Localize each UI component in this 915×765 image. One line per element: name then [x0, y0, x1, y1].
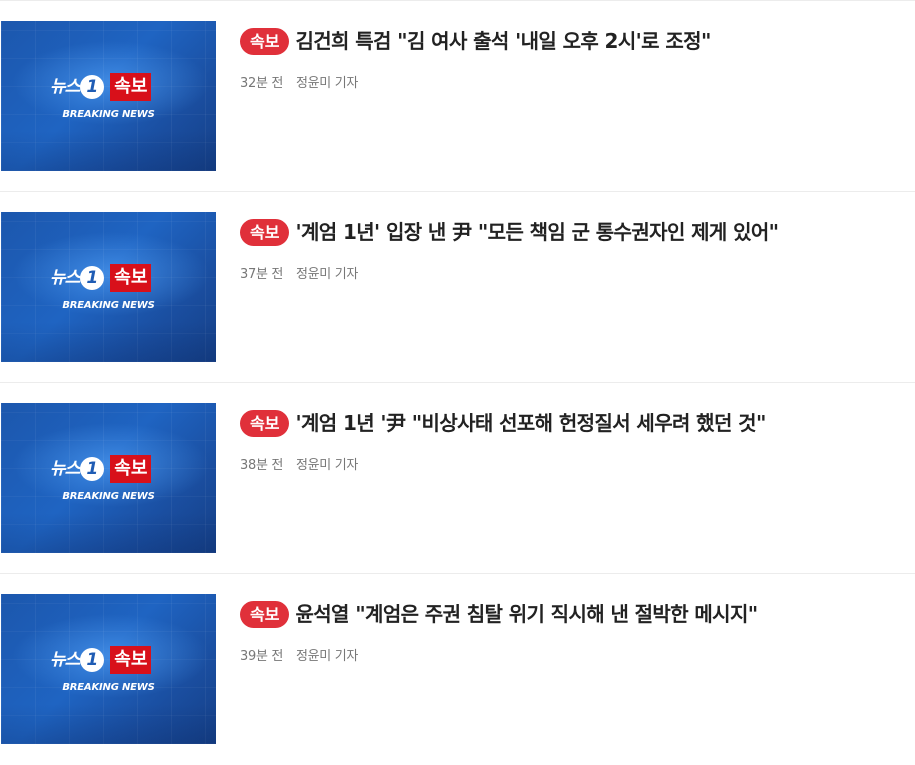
- breaking-news-caption: BREAKING NEWS: [62, 300, 155, 311]
- article-meta: 37분 전 정윤미 기자: [240, 263, 905, 282]
- breaking-news-caption: BREAKING NEWS: [62, 491, 155, 502]
- article-title[interactable]: 윤석열 "계엄은 주권 침탈 위기 직시해 낸 절박한 메시지": [295, 599, 758, 629]
- article-content: 속보 김건희 특검 "김 여사 출석 '내일 오후 2시'로 조정" 32분 전…: [240, 26, 905, 91]
- article-content: 속보 '계엄 1년' 입장 낸 尹 "모든 책임 군 통수권자인 제게 있어" …: [240, 217, 905, 282]
- logo-one-icon: 1: [80, 457, 105, 481]
- article-thumbnail[interactable]: 뉴스 1 속보 BREAKING NEWS: [1, 212, 216, 362]
- logo-flash-text: 속보: [110, 646, 152, 674]
- article-time: 39분 전: [240, 649, 284, 664]
- article-title-link[interactable]: 속보 윤석열 "계엄은 주권 침탈 위기 직시해 낸 절박한 메시지": [240, 599, 905, 629]
- news1-logo: 뉴스 1 속보: [50, 455, 152, 483]
- article-time: 32분 전: [240, 76, 284, 91]
- breaking-news-caption: BREAKING NEWS: [62, 682, 155, 693]
- article-title[interactable]: '계엄 1년' 입장 낸 尹 "모든 책임 군 통수권자인 제게 있어": [295, 217, 779, 247]
- article-time: 37분 전: [240, 267, 284, 282]
- logo-one-icon: 1: [80, 75, 105, 99]
- breaking-badge: 속보: [240, 218, 290, 246]
- news-list-item: 뉴스 1 속보 BREAKING NEWS 속보 김건희 특검 "김 여사 출석…: [0, 1, 915, 192]
- logo-flash-text: 속보: [110, 73, 152, 101]
- article-author[interactable]: 정윤미 기자: [296, 649, 358, 664]
- article-thumbnail[interactable]: 뉴스 1 속보 BREAKING NEWS: [1, 594, 216, 744]
- logo-flash-text: 속보: [110, 455, 152, 483]
- article-thumbnail[interactable]: 뉴스 1 속보 BREAKING NEWS: [1, 21, 216, 171]
- breaking-badge: 속보: [240, 409, 290, 437]
- article-meta: 39분 전 정윤미 기자: [240, 645, 905, 664]
- logo-one-icon: 1: [80, 266, 105, 290]
- article-title[interactable]: 김건희 특검 "김 여사 출석 '내일 오후 2시'로 조정": [295, 26, 711, 56]
- logo-news-text: 뉴스: [50, 459, 80, 479]
- article-author[interactable]: 정윤미 기자: [296, 458, 358, 473]
- article-thumbnail[interactable]: 뉴스 1 속보 BREAKING NEWS: [1, 403, 216, 553]
- article-content: 속보 '계엄 1년 '尹 "비상사태 선포해 헌정질서 세우려 했던 것" 38…: [240, 408, 905, 473]
- news1-logo: 뉴스 1 속보: [50, 646, 152, 674]
- article-title-link[interactable]: 속보 '계엄 1년 '尹 "비상사태 선포해 헌정질서 세우려 했던 것": [240, 408, 905, 438]
- article-title-link[interactable]: 속보 '계엄 1년' 입장 낸 尹 "모든 책임 군 통수권자인 제게 있어": [240, 217, 905, 247]
- breaking-news-caption: BREAKING NEWS: [62, 109, 155, 120]
- logo-one-icon: 1: [80, 648, 105, 672]
- logo-news-text: 뉴스: [50, 268, 80, 288]
- breaking-badge: 속보: [240, 600, 290, 628]
- article-title-link[interactable]: 속보 김건희 특검 "김 여사 출석 '내일 오후 2시'로 조정": [240, 26, 905, 56]
- article-content: 속보 윤석열 "계엄은 주권 침탈 위기 직시해 낸 절박한 메시지" 39분 …: [240, 599, 905, 664]
- logo-news-text: 뉴스: [50, 650, 80, 670]
- logo-news-text: 뉴스: [50, 77, 80, 97]
- news-list: 뉴스 1 속보 BREAKING NEWS 속보 김건희 특검 "김 여사 출석…: [0, 0, 915, 761]
- news-list-item: 뉴스 1 속보 BREAKING NEWS 속보 윤석열 "계엄은 주권 침탈 …: [0, 574, 915, 765]
- breaking-badge: 속보: [240, 27, 290, 55]
- article-meta: 32분 전 정윤미 기자: [240, 72, 905, 91]
- article-meta: 38분 전 정윤미 기자: [240, 454, 905, 473]
- news-list-item: 뉴스 1 속보 BREAKING NEWS 속보 '계엄 1년' 입장 낸 尹 …: [0, 192, 915, 383]
- article-title[interactable]: '계엄 1년 '尹 "비상사태 선포해 헌정질서 세우려 했던 것": [295, 408, 766, 438]
- logo-flash-text: 속보: [110, 264, 152, 292]
- article-author[interactable]: 정윤미 기자: [296, 267, 358, 282]
- news-list-item: 뉴스 1 속보 BREAKING NEWS 속보 '계엄 1년 '尹 "비상사태…: [0, 383, 915, 574]
- news1-logo: 뉴스 1 속보: [50, 73, 152, 101]
- article-time: 38분 전: [240, 458, 284, 473]
- article-author[interactable]: 정윤미 기자: [296, 76, 358, 91]
- news1-logo: 뉴스 1 속보: [50, 264, 152, 292]
